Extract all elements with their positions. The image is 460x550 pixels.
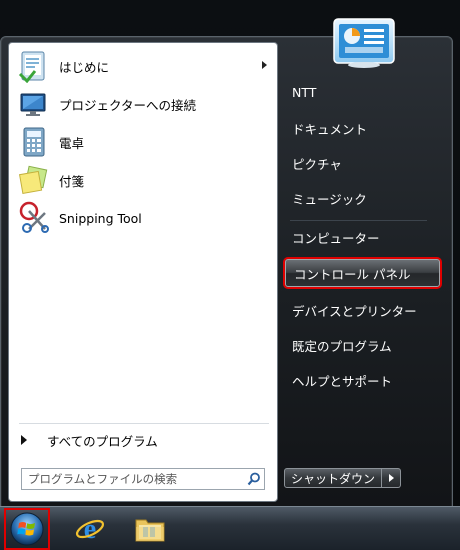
right-link-devices-printers[interactable]: デバイスとプリンター bbox=[284, 295, 442, 325]
taskbar-windows-explorer[interactable] bbox=[130, 510, 170, 548]
right-link-label: ドキュメント bbox=[292, 121, 368, 137]
right-link-label: 既定のプログラム bbox=[292, 338, 392, 354]
all-programs-label: すべてのプログラム bbox=[47, 433, 158, 449]
windows-explorer-folder-icon bbox=[135, 519, 165, 542]
program-item-sticky-notes[interactable]: 付箋 bbox=[13, 161, 275, 199]
taskbar: e bbox=[0, 506, 460, 550]
taskbar-internet-explorer[interactable]: e bbox=[70, 510, 110, 548]
all-programs-button[interactable]: すべてのプログラム bbox=[15, 427, 271, 453]
right-panel-divider bbox=[290, 220, 427, 221]
right-link-label: コントロール パネル bbox=[294, 266, 411, 282]
left-panel-divider bbox=[19, 423, 269, 424]
right-link-computer[interactable]: コンピューター bbox=[284, 222, 442, 252]
sticky-notes-icon bbox=[17, 163, 51, 197]
chevron-right-icon bbox=[388, 474, 394, 482]
program-label-sticky-notes: 付箋 bbox=[59, 173, 85, 189]
user-picture-icon[interactable] bbox=[333, 18, 395, 68]
right-link-control-panel[interactable]: コントロール パネル bbox=[285, 259, 440, 287]
right-link-label: ミュージック bbox=[292, 191, 367, 207]
internet-explorer-icon: e bbox=[75, 514, 105, 545]
shutdown-button[interactable]: シャットダウン bbox=[284, 468, 383, 488]
program-label-snipping-tool: Snipping Tool bbox=[59, 210, 142, 226]
calculator-icon bbox=[17, 125, 51, 159]
right-link-label: NTT bbox=[292, 84, 317, 100]
pinned-programs-list: はじめに プロジェクターへの接続 電卓 付箋 Snipping Tool bbox=[13, 47, 275, 237]
start-menu-programs-panel: はじめに プロジェクターへの接続 電卓 付箋 Snipping Tool すべて… bbox=[8, 42, 278, 502]
right-link-default-programs[interactable]: 既定のプログラム bbox=[284, 330, 442, 360]
start-button[interactable] bbox=[6, 510, 48, 548]
right-link-label: デバイスとプリンター bbox=[292, 303, 417, 319]
getting-started-icon bbox=[17, 49, 51, 84]
program-label-getting-started: はじめに bbox=[59, 59, 110, 75]
submenu-arrow-icon[interactable] bbox=[262, 61, 267, 69]
program-label-connect-projector: プロジェクターへの接続 bbox=[59, 97, 197, 113]
right-link-label: ヘルプとサポート bbox=[292, 373, 393, 389]
program-item-getting-started[interactable]: はじめに bbox=[13, 47, 275, 85]
right-link-label: コンピューター bbox=[292, 230, 380, 246]
search-input[interactable] bbox=[22, 471, 244, 487]
right-link-label: ピクチャ bbox=[292, 156, 342, 172]
program-label-calculator: 電卓 bbox=[59, 135, 85, 151]
shutdown-group: シャットダウン bbox=[284, 468, 402, 488]
right-link-documents[interactable]: ドキュメント bbox=[284, 113, 442, 143]
svg-text:e: e bbox=[84, 514, 96, 545]
right-link-help-support[interactable]: ヘルプとサポート bbox=[284, 365, 442, 395]
shutdown-options-button[interactable] bbox=[382, 468, 402, 488]
projector-connect-icon bbox=[17, 87, 51, 121]
program-item-calculator[interactable]: 電卓 bbox=[13, 123, 275, 161]
desktop-screen: はじめに プロジェクターへの接続 電卓 付箋 Snipping Tool すべて… bbox=[0, 0, 460, 550]
program-item-connect-projector[interactable]: プロジェクターへの接続 bbox=[13, 85, 275, 123]
shutdown-label: シャットダウン bbox=[291, 471, 376, 486]
right-link-pictures[interactable]: ピクチャ bbox=[284, 148, 442, 178]
right-link-ntt[interactable]: NTT bbox=[284, 77, 442, 107]
search-icon[interactable] bbox=[244, 469, 264, 489]
snipping-tool-icon bbox=[17, 201, 51, 235]
program-item-snipping-tool[interactable]: Snipping Tool bbox=[13, 199, 275, 237]
all-programs-arrow-icon bbox=[21, 435, 27, 445]
windows-start-orb-icon bbox=[10, 512, 44, 546]
search-box[interactable] bbox=[21, 468, 265, 490]
right-link-music[interactable]: ミュージック bbox=[284, 183, 442, 213]
